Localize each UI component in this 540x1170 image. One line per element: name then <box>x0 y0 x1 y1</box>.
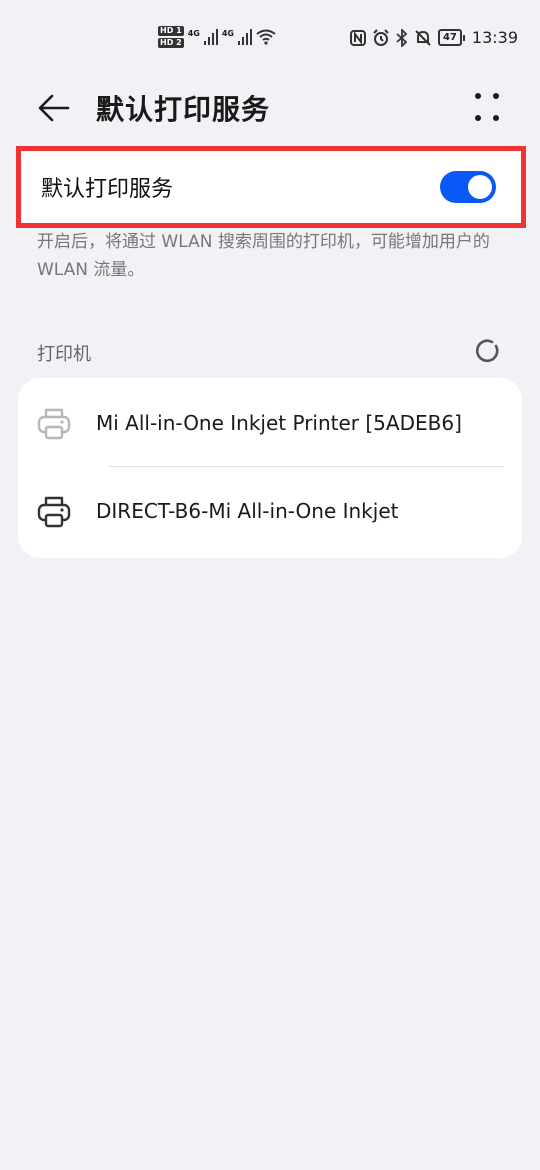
alarm-icon <box>373 28 389 46</box>
bluetooth-icon <box>396 28 408 47</box>
printer-name: DIRECT-B6-Mi All-in-One Inkjet <box>96 499 399 523</box>
nfc-icon <box>349 29 366 46</box>
network-type-2: 4G <box>221 28 234 38</box>
clock: 13:39 <box>471 28 518 47</box>
toggle-label: 默认打印服务 <box>41 177 174 202</box>
signal-icon <box>237 29 252 45</box>
toggle-knob <box>468 175 492 199</box>
hd2-badge: HD 2 <box>158 38 184 48</box>
printer-icon <box>37 496 71 528</box>
network-indicators: HD 1 HD 2 4G 4G <box>158 26 276 48</box>
battery-icon: 47 <box>437 29 465 46</box>
app-bar: 默认打印服务 <box>0 80 540 136</box>
page-title: 默认打印服务 <box>96 93 271 126</box>
signal-icon <box>203 29 218 45</box>
status-bar: HD 1 HD 2 4G 4G 47 13:39 <box>0 0 540 80</box>
hd1-badge: HD 1 <box>158 26 184 36</box>
printer-list-item[interactable]: Mi All-in-One Inkjet Printer [5ADEB6] <box>18 378 522 466</box>
service-description: 开启后，将通过 WLAN 搜索周围的打印机，可能增加用户的 WLAN 流量。 <box>37 232 490 280</box>
printer-name: Mi All-in-One Inkjet Printer [5ADEB6] <box>96 411 462 435</box>
default-print-service-row[interactable]: 默认打印服务 <box>16 146 526 228</box>
system-indicators: 47 13:39 <box>349 28 518 47</box>
back-arrow-icon[interactable] <box>36 90 72 126</box>
hd-badges: HD 1 HD 2 <box>158 26 184 48</box>
default-print-service-toggle[interactable] <box>440 171 496 203</box>
loading-spinner-icon <box>475 339 499 363</box>
silent-icon <box>415 29 431 46</box>
printer-icon <box>37 408 71 440</box>
printer-list: Mi All-in-One Inkjet Printer [5ADEB6] DI… <box>18 378 522 558</box>
wifi-icon <box>256 29 276 45</box>
printers-section-title: 打印机 <box>37 344 91 365</box>
more-options-icon[interactable] <box>470 90 504 124</box>
printer-list-item[interactable]: DIRECT-B6-Mi All-in-One Inkjet <box>18 466 522 554</box>
network-type-1: 4G <box>187 28 200 38</box>
